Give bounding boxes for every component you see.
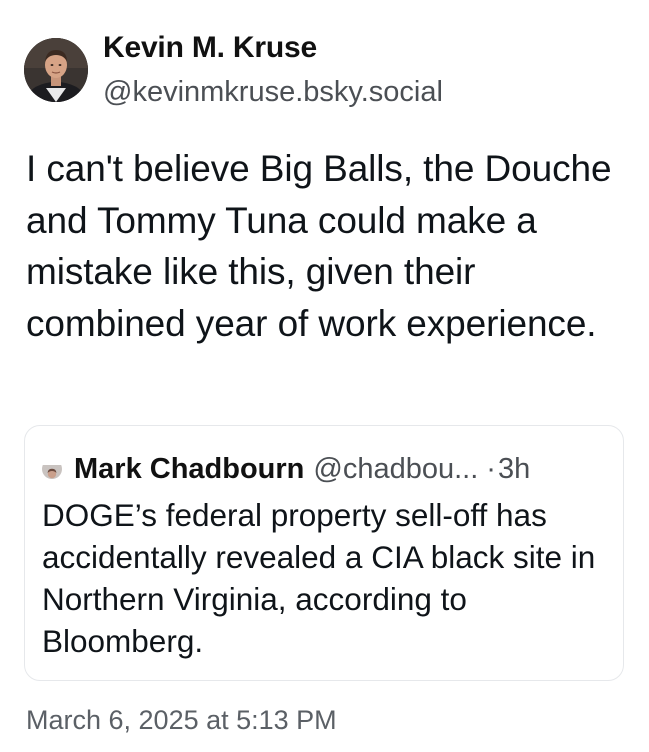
post-text: I can't believe Big Balls, the Douche an… [26,148,612,344]
quoted-author-display-name[interactable]: Mark Chadbourn [74,452,304,486]
author-display-name[interactable]: Kevin M. Kruse [103,30,443,66]
quoted-post-text: DOGE’s federal property sell-off has acc… [42,497,596,659]
post-header: Kevin M. Kruse @kevinmkruse.bsky.social [24,30,443,110]
author-info: Kevin M. Kruse @kevinmkruse.bsky.social [103,30,443,112]
post: Kevin M. Kruse @kevinmkruse.bsky.social … [0,0,649,752]
quoted-post-header: Mark Chadbourn @chadbou... · 3h [42,452,530,486]
quoted-author-avatar[interactable] [42,459,62,479]
profile-photo-icon [42,465,62,479]
quoted-post-time[interactable]: 3h [498,452,530,486]
profile-photo-icon [24,38,88,102]
post-timestamp[interactable]: March 6, 2025 at 5:13 PM [26,703,337,737]
author-handle[interactable]: @kevinmkruse.bsky.social [103,72,443,112]
quoted-post-card[interactable]: Mark Chadbourn @chadbou... · 3h DOGE’s f… [24,425,624,681]
author-avatar[interactable] [24,38,88,102]
quoted-author-handle[interactable]: @chadbou... [313,452,478,486]
separator-dot: · [486,453,496,485]
